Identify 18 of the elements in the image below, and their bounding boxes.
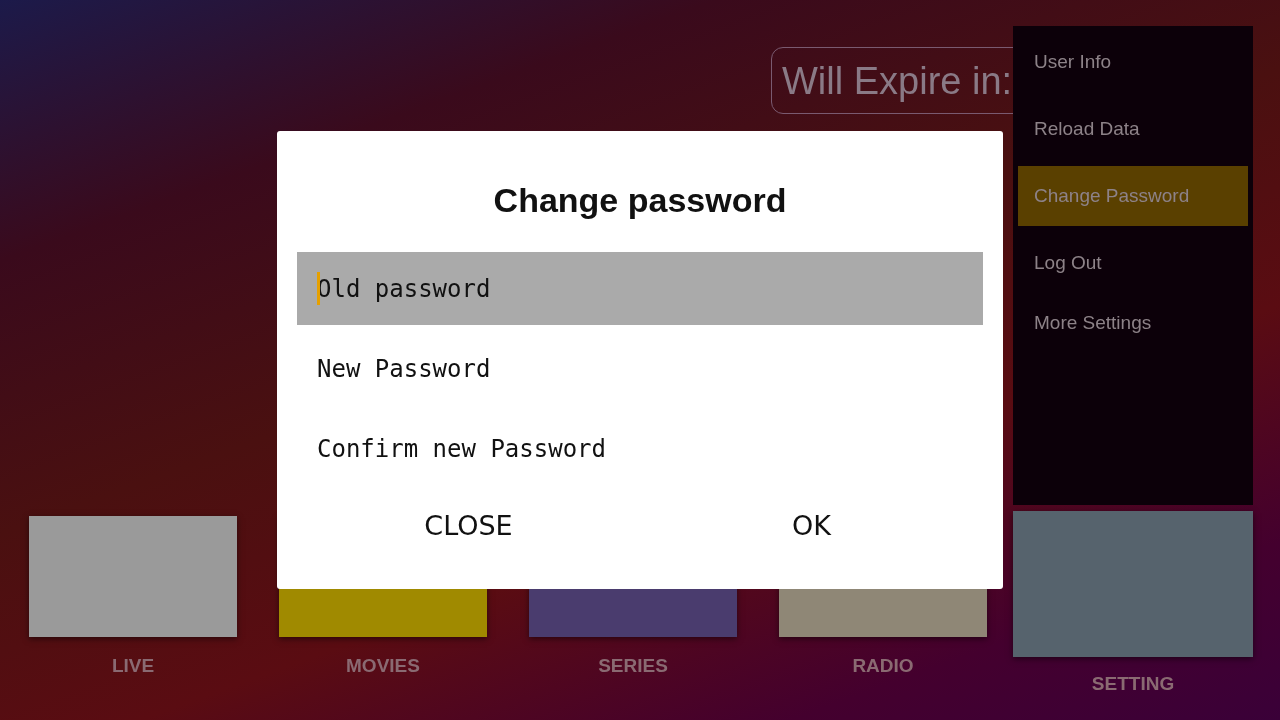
tile-label: SETTING <box>1091 673 1175 695</box>
menu-item[interactable]: More Settings <box>1018 293 1248 353</box>
menu-item[interactable]: Reload Data <box>1018 99 1248 159</box>
tile-label: RADIO <box>852 655 914 677</box>
expiry-label: Will Expire in: <box>782 60 1013 103</box>
password-field[interactable]: Confirm new Password <box>297 412 983 485</box>
password-field[interactable]: New Password <box>297 332 983 405</box>
tile-label: LIVE <box>111 655 155 677</box>
tile-card[interactable] <box>1013 511 1253 657</box>
tile-label: SERIES <box>598 655 668 677</box>
tile-card[interactable] <box>29 516 237 637</box>
dialog-title: Change password <box>492 181 788 221</box>
text-cursor-icon <box>317 272 320 305</box>
tile-label: MOVIES <box>346 655 420 677</box>
close-button[interactable]: CLOSE <box>297 500 640 551</box>
menu-item[interactable]: User Info <box>1018 32 1248 92</box>
ok-button[interactable]: OK <box>640 500 983 551</box>
menu-item[interactable]: Log Out <box>1018 233 1248 293</box>
